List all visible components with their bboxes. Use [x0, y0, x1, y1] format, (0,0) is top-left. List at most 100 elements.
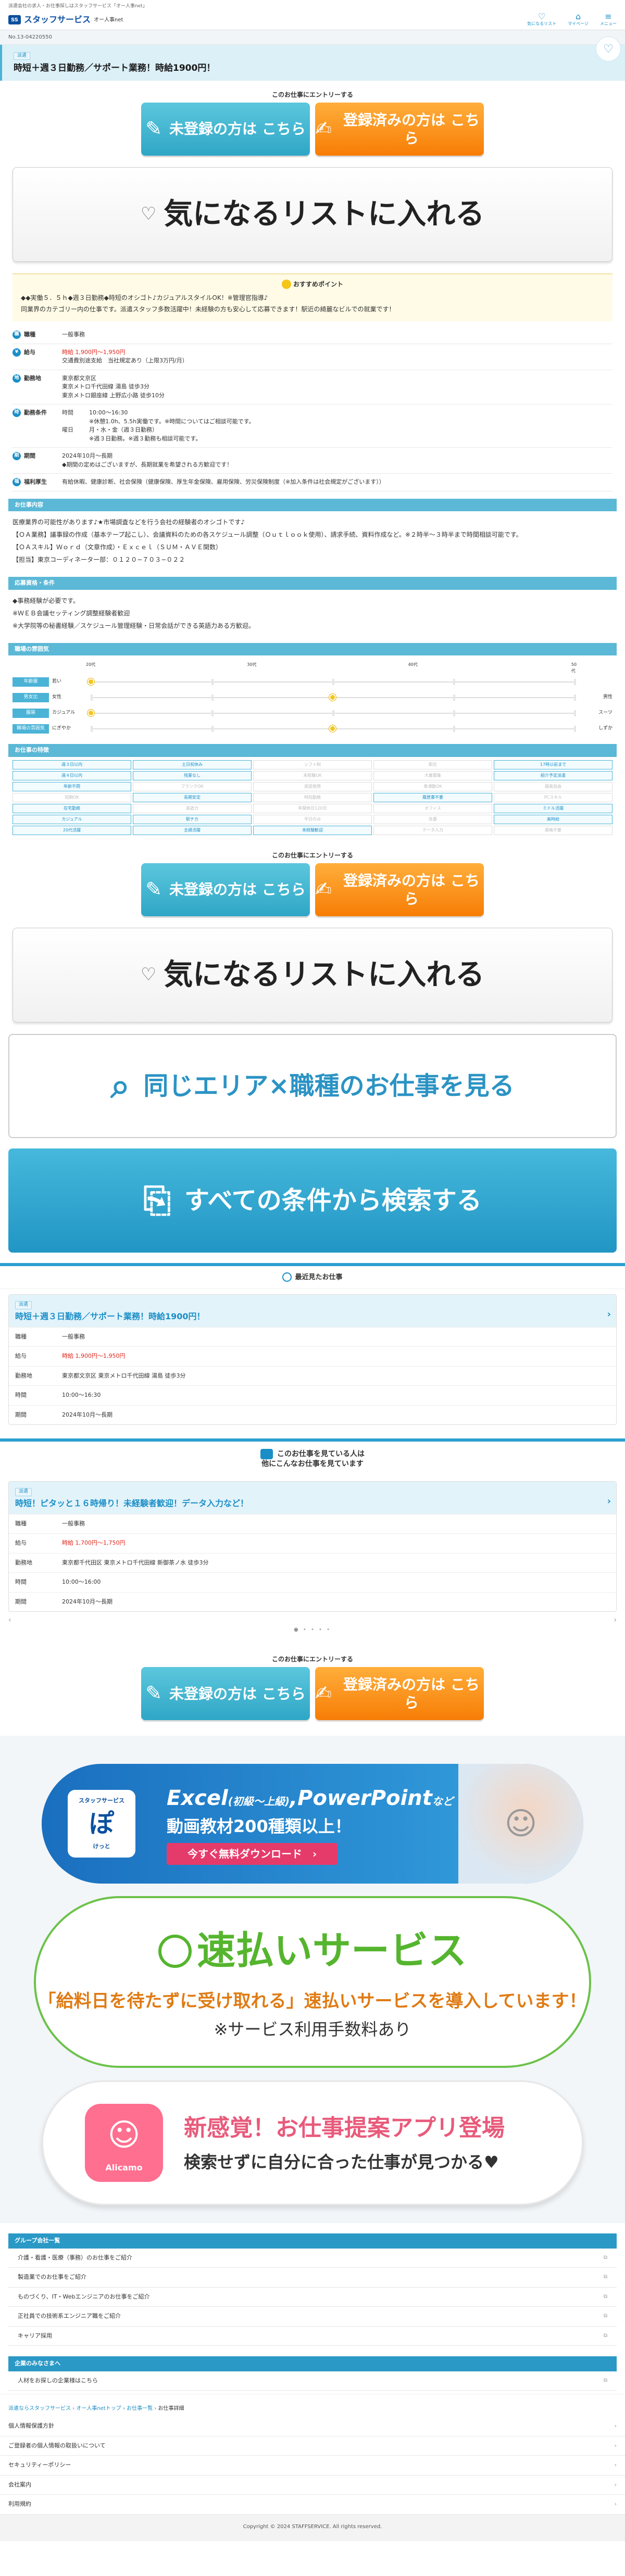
card-title[interactable]: 時短＋週３日勤務／サポート業務！時給1900円！	[15, 1310, 610, 1323]
pocket-download-button[interactable]: 今すぐ無料ダウンロード ›	[167, 1843, 338, 1865]
entry-registered-button[interactable]: ✍ 登録済みの方は こちら	[315, 863, 484, 916]
mood-tick	[574, 694, 576, 701]
job-type-icon: 職	[12, 331, 21, 339]
pocket-banner[interactable]: スタッフサービスぽけっと Excel(初級〜上級),PowerPointなど 動…	[42, 1764, 583, 1884]
logo-sub: オー人事net	[94, 17, 123, 23]
link-item[interactable]: ものづくり、IT・Webエンジニアのお仕事をご紹介 ⧉	[8, 2288, 617, 2307]
carousel-prev-button[interactable]: ‹	[8, 1615, 11, 1626]
clock-icon	[282, 1272, 292, 1282]
entry-registered-button[interactable]: ✍ 登録済みの方は こちら	[315, 1667, 484, 1721]
site-header: SS スタッフサービス オー人事net ♡ 気になるリスト ⌂ マイページ ≡ メニュ…	[0, 10, 625, 30]
card-row: 給与 時給 1,900円〜1,950円	[9, 1346, 616, 1366]
alicamo-banner[interactable]: ☺ Alicamo 新感覚！お仕事提案アプリ登場 検索せずに自分に合った仕事が見つか…	[42, 2080, 583, 2206]
header-mypage-button[interactable]: ⌂ マイページ	[568, 12, 589, 27]
entry-new-button[interactable]: ✎ 未登録の方は こちら	[141, 1667, 310, 1721]
recommend-line: ◆◆実働５．５ｈ◆週３日勤務◆時短のオシゴト♪カジュアルスタイルOK！※管理官指…	[21, 294, 268, 301]
related-card-rows: 職種 一般事務 給与 時給 1,700円〜1,750円 勤務地 東京都千代田区 東京メトロ…	[9, 1513, 616, 1612]
add-favorite-button[interactable]: ♡ 気になるリストに入れる	[12, 927, 612, 1022]
search-all-label: すべての条件から検索する	[184, 1185, 482, 1215]
footer-link-label: ご登録者の個人情報の取扱いについて	[8, 2442, 106, 2449]
mood-tick-label: 30代	[247, 662, 257, 667]
card-row: 勤務地 東京都文京区 東京メトロ千代田線 湯島 徒歩3分	[9, 1366, 616, 1386]
link-item[interactable]: 製造業でのお仕事をご紹介 ⧉	[8, 2268, 617, 2288]
card-row-key: 給与	[15, 1353, 27, 1359]
entry-new-label: 未登録の方は こちら	[169, 1685, 306, 1702]
mood-marker	[329, 725, 336, 732]
footer-link[interactable]: ご登録者の個人情報の取扱いについて ›	[0, 2436, 625, 2456]
attribute-chip: PCスキル	[494, 792, 612, 802]
attribute-chip: 服装自由	[494, 781, 612, 791]
mood-scale	[88, 678, 576, 685]
recent-job-card[interactable]: 派遣 時短＋週３日勤務／サポート業務！時給1900円！ › 職種 一般事務 給与 時給 1…	[8, 1294, 617, 1425]
clock-icon: 時	[12, 409, 21, 417]
card-row-value: 時給 1,700円〜1,750円	[62, 1539, 126, 1547]
link-item[interactable]: 人材をお探しの企業様はこちら ⧉	[8, 2371, 617, 2391]
header-favorite-button[interactable]: ♡ 気になるリスト	[527, 12, 556, 27]
header-menu-button[interactable]: ≡ メニュー	[600, 12, 617, 27]
same-area-jobs-button[interactable]: ⌕ 同じエリア×職種のお仕事を見る	[8, 1033, 617, 1138]
card-row-key: 時間	[15, 1579, 27, 1586]
attribute-chip: 長期安定	[133, 792, 252, 802]
mood-left-label: 若い	[52, 679, 62, 685]
site-logo[interactable]: SS スタッフサービス オー人事net	[8, 14, 123, 26]
quick-pay-sub: 「給料日を待たずに受け取れる」速払いサービスを導入しています！	[38, 1991, 587, 2012]
entry-buttons: ✎ 未登録の方は こちら ✍ 登録済みの方は こちら	[0, 863, 625, 916]
breadcrumb-link[interactable]: お仕事一覧	[127, 2406, 153, 2411]
detail-label: 期間	[24, 452, 35, 459]
card-row: 給与 時給 1,700円〜1,750円	[9, 1533, 616, 1553]
detail-label: 勤務地	[24, 374, 41, 382]
recommend-head: おすすめポイント	[21, 280, 604, 289]
detail-label: 給与	[24, 348, 35, 356]
mood-label: 男女比	[12, 693, 49, 702]
pocket-etc: など	[432, 1795, 453, 1808]
footer-link[interactable]: 会社案内 ›	[0, 2475, 625, 2495]
footer-link[interactable]: セキュリティーポリシー ›	[0, 2456, 625, 2476]
mood-tick	[453, 679, 455, 685]
link-item[interactable]: 介護・看護・医療（事務）のお仕事をご紹介 ⧉	[8, 2249, 617, 2268]
mood-label: 服装	[12, 709, 49, 718]
attribute-chip: 年齢不問	[12, 781, 131, 791]
add-favorite-label: 気になるリストに入れる	[164, 957, 485, 992]
quick-pay-title: 速払いサービス	[158, 1922, 467, 1980]
mood-scale	[91, 725, 576, 732]
footer-link[interactable]: 利用規約 ›	[0, 2495, 625, 2515]
recommend-line: 同業界のカテゴリー内の仕事です。派遣スタッフ多数活躍中！未経験の方も安心して応募…	[21, 306, 395, 313]
carousel-dots[interactable]: ● • • • •	[0, 1626, 625, 1634]
footer-link[interactable]: 個人情報保護方針 ›	[0, 2417, 625, 2436]
mood-tick-line: 20代 30代 40代 50代	[86, 662, 577, 673]
detail-subline: 曜日 月・水・金（週３日勤務） ※週３日勤務。※週３勤務も相談可能です。	[62, 426, 612, 443]
briefcase-icon	[260, 1449, 273, 1459]
search-all-button[interactable]: ⎘ すべての条件から検索する	[8, 1148, 617, 1253]
attribute-chip: 未経験OK	[253, 771, 372, 780]
related-head-line1: このお仕事を見ている人は	[277, 1450, 365, 1458]
card-row: 職種 一般事務	[9, 1327, 616, 1347]
related-job-card[interactable]: 派遣 時短！ピタッと１６時帰り！未経験者歓迎！データ入力など！ › 職種 一般事務 給与…	[8, 1481, 617, 1612]
breadcrumb-sep: ›	[153, 2406, 158, 2412]
external-link-icon: ⧉	[603, 2313, 607, 2319]
card-row-key: 期間	[15, 1411, 27, 1418]
entry-registered-button[interactable]: ✍ 登録済みの方は こちら	[315, 102, 484, 156]
mood-right-label: 男性	[603, 694, 612, 700]
floating-favorite-button[interactable]: ♡	[596, 36, 621, 61]
mood-row: 職場の雰囲気 にぎやか しずか	[12, 721, 612, 737]
card-row-value: 2024年10月〜長期	[62, 1598, 113, 1605]
entry-new-button[interactable]: ✎ 未登録の方は こちら	[141, 863, 310, 916]
mood-left-label: にぎやか	[52, 726, 71, 731]
alicamo-logo-text: Alicamo	[105, 2163, 143, 2173]
add-favorite-button[interactable]: ♡ 気になるリストに入れる	[12, 167, 612, 262]
breadcrumb-link[interactable]: オー人事netトップ	[76, 2406, 121, 2411]
job-type-tag: 派遣	[15, 1301, 32, 1309]
carousel-next-button[interactable]: ›	[614, 1615, 617, 1626]
pocket-logo-main: ぽ	[89, 1809, 114, 1839]
card-row: 職種 一般事務	[9, 1513, 616, 1534]
link-item[interactable]: キャリア採用 ⧉	[8, 2327, 617, 2346]
breadcrumb-link[interactable]: 派遣ならスタッフサービス	[8, 2406, 71, 2411]
card-row-value: 一般事務	[62, 1520, 85, 1527]
edit-icon: ✍	[315, 877, 332, 901]
card-title[interactable]: 時短！ピタッと１６時帰り！未経験者歓迎！データ入力など！	[15, 1497, 610, 1510]
link-item[interactable]: 正社員での技術系エンジニア職をご紹介 ⧉	[8, 2307, 617, 2327]
breadcrumb: 派遣ならスタッフサービス › オー人事netトップ › お仕事一覧 › お仕事詳…	[0, 2394, 625, 2417]
quick-pay-banner[interactable]: 速払いサービス 「給料日を待たずに受け取れる」速払いサービスを導入しています！ …	[34, 1896, 591, 2068]
entry-new-button[interactable]: ✎ 未登録の方は こちら	[141, 102, 310, 156]
mood-tick	[211, 726, 214, 732]
